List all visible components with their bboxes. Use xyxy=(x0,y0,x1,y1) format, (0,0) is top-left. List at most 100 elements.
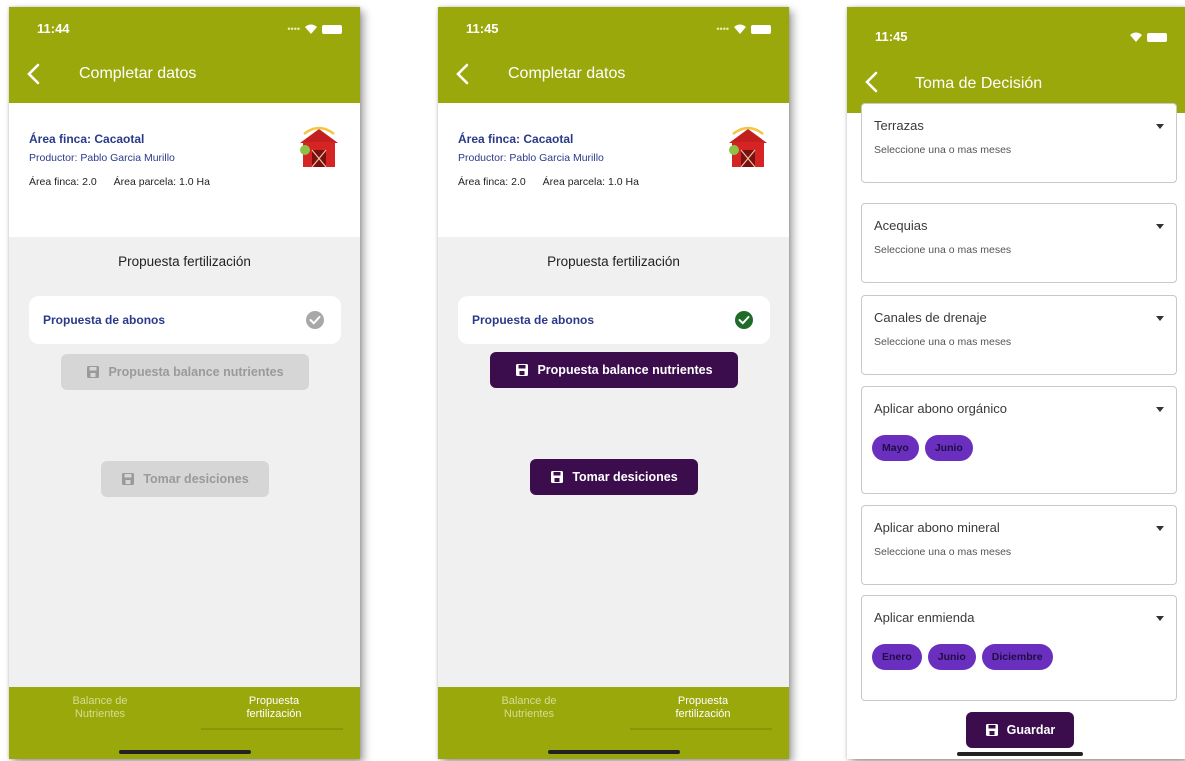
status-time: 11:45 xyxy=(875,29,908,44)
field-label: Aplicar abono orgánico xyxy=(874,401,1007,416)
save-button[interactable]: Guardar xyxy=(966,712,1074,748)
farm-info-card: Área finca: Cacaotal Productor: Pablo Ga… xyxy=(9,103,360,237)
select-enmienda[interactable]: Aplicar enmienda Enero Junio Diciembre xyxy=(861,595,1177,701)
tab-nutrient-balance[interactable]: Balance de Nutrientes xyxy=(35,695,165,721)
battery-icon xyxy=(1147,32,1167,42)
tab-label-line2: fertilización xyxy=(246,708,302,720)
field-label: Canales de drenaje xyxy=(874,310,987,325)
balance-nutrients-button[interactable]: Propuesta balance nutrientes xyxy=(490,352,738,388)
dropdown-arrow-icon xyxy=(1156,526,1164,531)
tab-nutrient-balance[interactable]: Balance de Nutrientes xyxy=(464,695,594,721)
select-terrazas[interactable]: Terrazas Seleccione una o mas meses xyxy=(861,103,1177,183)
back-arrow-icon[interactable] xyxy=(452,62,474,86)
page-title: Completar datos xyxy=(79,65,197,82)
balance-nutrients-button-label: Propuesta balance nutrientes xyxy=(108,365,284,379)
back-arrow-icon[interactable] xyxy=(23,62,45,86)
page-title: Toma de Decisión xyxy=(915,75,1043,92)
app-header: 11:45 Toma de Decisión xyxy=(847,7,1185,113)
take-decisions-button[interactable]: Tomar desiciones xyxy=(530,459,698,495)
selected-months: Enero Junio Diciembre xyxy=(872,644,1053,670)
save-icon xyxy=(87,366,100,378)
dropdown-arrow-icon xyxy=(1156,616,1164,621)
select-canales-drenaje[interactable]: Canales de drenaje Seleccione una o mas … xyxy=(861,295,1177,375)
signal-icon: •••• xyxy=(287,24,300,34)
back-arrow-icon[interactable] xyxy=(861,70,883,94)
page-title: Completar datos xyxy=(508,65,626,82)
home-indicator xyxy=(119,750,251,754)
check-circle-icon xyxy=(735,311,753,329)
signal-icon: •••• xyxy=(716,24,729,34)
proposal-label: Propuesta de abonos xyxy=(472,313,595,327)
barn-icon xyxy=(729,126,767,168)
proposal-label: Propuesta de abonos xyxy=(43,313,166,327)
select-acequias[interactable]: Acequias Seleccione una o mas meses xyxy=(861,203,1177,283)
dropdown-arrow-icon xyxy=(1156,407,1164,412)
save-icon xyxy=(122,473,135,485)
barn-icon xyxy=(300,126,338,168)
dropdown-arrow-icon xyxy=(1156,124,1164,129)
tab-label-line1: Balance de xyxy=(72,695,128,707)
active-tab-indicator xyxy=(630,728,772,730)
take-decisions-button-label: Tomar desiciones xyxy=(143,472,249,486)
field-placeholder: Seleccione una o mas meses xyxy=(874,336,1012,348)
nav-bar: Toma de Decisión xyxy=(847,67,1185,101)
producer-name: Productor: Pablo Garcia Murillo xyxy=(29,152,175,164)
save-icon xyxy=(985,724,998,736)
app-header: 11:44 •••• Completar datos xyxy=(9,7,360,103)
home-indicator xyxy=(957,752,1083,756)
dropdown-arrow-icon xyxy=(1156,316,1164,321)
active-tab-indicator xyxy=(201,728,343,730)
status-icons xyxy=(1129,31,1167,43)
balance-nutrients-button[interactable]: Propuesta balance nutrientes xyxy=(61,354,309,390)
status-icons: •••• xyxy=(287,23,342,35)
select-abono-mineral[interactable]: Aplicar abono mineral Seleccione una o m… xyxy=(861,505,1177,585)
wifi-icon xyxy=(305,24,317,34)
bottom-tab-bar: Balance de Nutrientes Propuesta fertiliz… xyxy=(438,687,789,759)
field-placeholder: Seleccione una o mas meses xyxy=(874,546,1012,558)
status-icons: •••• xyxy=(716,23,771,35)
tab-fertilization-proposal[interactable]: Propuesta fertilización xyxy=(638,695,768,721)
battery-icon xyxy=(322,24,342,34)
phone-screen-1: 11:44 •••• Completar datos Área finca: C… xyxy=(9,7,360,759)
section-title: Propuesta fertilización xyxy=(547,254,680,269)
tab-fertilization-proposal[interactable]: Propuesta fertilización xyxy=(209,695,339,721)
tab-label-line2: Nutrientes xyxy=(74,708,126,720)
field-label: Acequias xyxy=(874,218,928,233)
tab-label-line1: Propuesta xyxy=(677,695,729,707)
section-title: Propuesta fertilización xyxy=(118,254,251,269)
battery-icon xyxy=(751,24,771,34)
producer-name: Productor: Pablo Garcia Murillo xyxy=(458,152,604,164)
balance-nutrients-button-label: Propuesta balance nutrientes xyxy=(537,363,713,377)
select-abono-organico[interactable]: Aplicar abono orgánico Mayo Junio xyxy=(861,386,1177,494)
area-finca: Área finca: 2.0 xyxy=(29,176,97,188)
proposal-card[interactable]: Propuesta de abonos xyxy=(29,296,341,344)
save-button-label: Guardar xyxy=(1006,723,1056,737)
month-chip[interactable]: Mayo xyxy=(872,435,919,461)
wifi-icon xyxy=(734,24,746,34)
farm-name: Área finca: Cacaotal xyxy=(458,132,574,146)
month-chip[interactable]: Enero xyxy=(872,644,922,670)
farm-name: Área finca: Cacaotal xyxy=(29,132,145,146)
dropdown-arrow-icon xyxy=(1156,224,1164,229)
take-decisions-button[interactable]: Tomar desiciones xyxy=(101,461,269,497)
home-indicator xyxy=(548,750,680,754)
save-icon xyxy=(551,471,564,483)
month-chip[interactable]: Diciembre xyxy=(981,644,1053,670)
field-label: Aplicar enmienda xyxy=(874,610,975,625)
month-chip[interactable]: Junio xyxy=(927,644,976,670)
status-bar: 11:45 xyxy=(847,29,1185,47)
check-circle-icon xyxy=(306,311,324,329)
bottom-tab-bar: Balance de Nutrientes Propuesta fertiliz… xyxy=(9,687,360,759)
phone-screen-2: 11:45 •••• Completar datos Área finca: C… xyxy=(438,7,789,759)
save-icon xyxy=(516,364,529,376)
month-chip[interactable]: Junio xyxy=(924,435,973,461)
nav-bar: Completar datos xyxy=(438,59,789,93)
tab-label-line2: fertilización xyxy=(675,708,731,720)
field-placeholder: Seleccione una o mas meses xyxy=(874,144,1012,156)
tab-label-line2: Nutrientes xyxy=(503,708,555,720)
status-time: 11:44 xyxy=(37,21,70,36)
proposal-card[interactable]: Propuesta de abonos xyxy=(458,296,770,344)
tab-label-line1: Balance de xyxy=(501,695,557,707)
status-time: 11:45 xyxy=(466,21,499,36)
status-bar: 11:44 •••• xyxy=(9,21,360,39)
